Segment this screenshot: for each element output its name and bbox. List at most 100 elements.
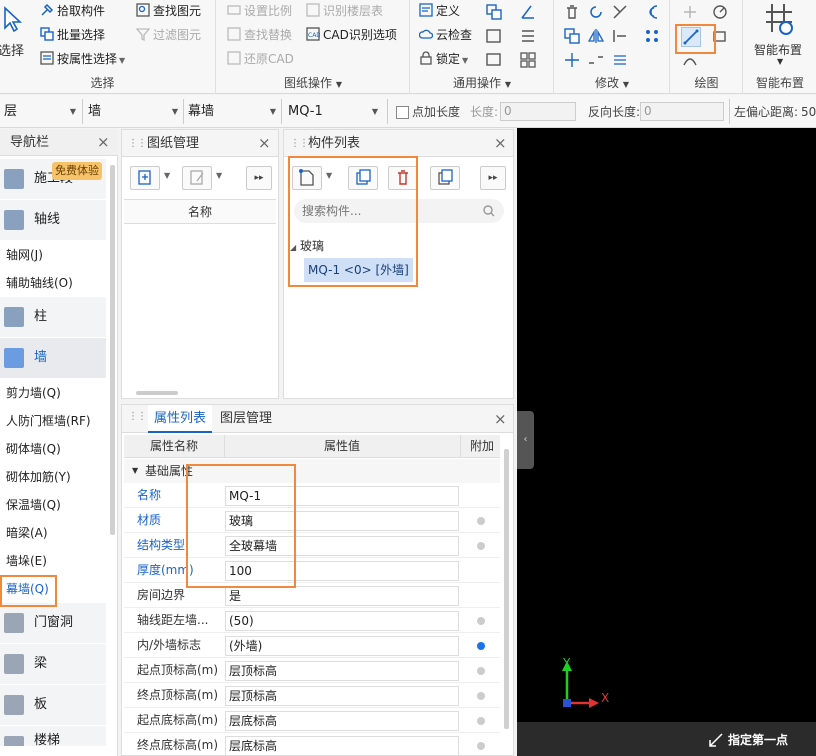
nav-subitem[interactable]: 保温墙(Q) — [0, 491, 106, 519]
circle-icon[interactable] — [711, 3, 729, 21]
free-trial-badge[interactable]: 免费体验 — [52, 162, 102, 180]
extra-checkbox[interactable] — [477, 717, 485, 725]
type-select[interactable]: 墙 ▼ — [84, 101, 182, 123]
set-scale-button[interactable]: 设置比例 — [227, 1, 292, 21]
property-row: 结构类型 全玻幕墙 — [124, 533, 500, 558]
nav-subitem[interactable]: 墙垛(E) — [0, 547, 106, 575]
left-offset-value[interactable]: 50 — [801, 101, 816, 123]
chevron-down-icon[interactable]: ▼ — [164, 171, 170, 180]
drag-handle-icon[interactable]: ⋮⋮ — [128, 411, 147, 422]
close-icon[interactable]: × — [258, 130, 271, 157]
move-icon[interactable] — [563, 51, 581, 69]
nav-subitem[interactable]: 轴网(J) — [0, 241, 106, 269]
nav-subitem[interactable]: 砌体加筋(Y) — [0, 463, 106, 491]
identify-floor-table-button[interactable]: 识别楼层表 — [306, 1, 383, 21]
find-element-button[interactable]: 查找图元 — [136, 1, 201, 21]
break-icon[interactable] — [587, 51, 605, 69]
nav-subitem[interactable]: 辅助轴线(O) — [0, 269, 106, 297]
rotate-icon[interactable] — [587, 3, 605, 21]
length-input[interactable]: 0 — [500, 102, 576, 121]
drag-handle-icon[interactable]: ⋮⋮ — [290, 130, 309, 157]
property-value-input[interactable]: 层底标高 — [225, 711, 459, 731]
smart-layout-button[interactable]: 智能布置 ▼ — [752, 2, 810, 66]
merge-icon[interactable] — [611, 51, 629, 69]
grid-icon[interactable] — [519, 51, 537, 69]
chevron-down-icon[interactable]: ▼ — [216, 171, 222, 180]
nav-category[interactable]: 板 — [0, 685, 106, 725]
extra-checkbox[interactable] — [477, 742, 485, 750]
property-value-input[interactable]: (50) — [225, 611, 459, 631]
pick-component-button[interactable]: 拾取构件 — [40, 1, 105, 21]
define-button[interactable]: 定义 — [419, 1, 460, 21]
drawing-scrollbar[interactable] — [136, 391, 178, 395]
layer-icon[interactable] — [485, 27, 503, 45]
search-icon[interactable] — [482, 204, 496, 218]
nav-category[interactable]: 墙 — [0, 338, 106, 378]
tab-layers[interactable]: 图层管理 — [220, 405, 272, 433]
extra-checkbox[interactable] — [477, 667, 485, 675]
close-icon[interactable]: × — [97, 129, 110, 156]
cloud-check-button[interactable]: 云检查 — [419, 25, 472, 45]
close-icon[interactable]: × — [494, 405, 507, 433]
property-value-input[interactable]: 层底标高 — [225, 736, 459, 756]
edit-drawing-button[interactable] — [182, 166, 212, 190]
copy-from-project-button[interactable] — [430, 166, 460, 190]
extra-checkbox[interactable] — [477, 517, 485, 525]
point-icon[interactable] — [681, 3, 699, 21]
floor-select[interactable]: 层 ▼ — [0, 101, 80, 123]
extend-icon[interactable] — [611, 27, 629, 45]
property-value-input[interactable]: 层顶标高 — [225, 686, 459, 706]
drawing-canvas[interactable]: Y X 指定第一点 — [517, 128, 816, 756]
extra-checkbox[interactable] — [477, 692, 485, 700]
collapse-arrow-icon[interactable]: ▼ — [132, 459, 138, 483]
collapse-panel-button[interactable]: ‹ — [517, 411, 534, 469]
extra-checkbox[interactable] — [477, 617, 485, 625]
angle-icon[interactable] — [519, 3, 537, 21]
select-by-property-button[interactable]: 按属性选择 ▼ — [40, 49, 125, 69]
nav-category[interactable]: 楼梯 — [0, 726, 106, 746]
delete-icon[interactable] — [563, 3, 581, 21]
drag-handle-icon[interactable]: ⋮⋮ — [128, 130, 147, 157]
restore-cad-button[interactable]: 还原CAD — [227, 49, 294, 69]
nav-scrollbar[interactable] — [110, 165, 115, 535]
point-length-checkbox[interactable] — [396, 106, 409, 119]
lock-button[interactable]: 锁定 ▼ — [419, 49, 468, 69]
nav-item-label: 剪力墙(Q) — [6, 386, 61, 400]
tab-properties[interactable]: 属性列表 — [148, 405, 212, 433]
copy-to-floor-icon[interactable] — [485, 3, 503, 21]
property-value-input[interactable]: 层顶标高 — [225, 661, 459, 681]
cad-options-button[interactable]: CAD CAD识别选项 — [306, 25, 397, 45]
batch-select-button[interactable]: 批量选择 — [40, 25, 105, 45]
property-section-header[interactable]: ▼ 基础属性 — [124, 459, 500, 483]
align-icon[interactable] — [643, 27, 661, 45]
property-value-input[interactable]: (外墙) — [225, 636, 459, 656]
add-drawing-button[interactable] — [130, 166, 160, 190]
nav-category[interactable]: 梁 — [0, 644, 106, 684]
mirror-icon[interactable] — [587, 27, 605, 45]
expand-drawing-toolbar-button[interactable]: ▸▸ — [246, 166, 272, 190]
expand-component-toolbar-button[interactable]: ▸▸ — [480, 166, 506, 190]
copy-icon[interactable] — [563, 27, 581, 45]
nav-category[interactable]: 柱 — [0, 297, 106, 337]
nav-subitem[interactable]: 砌体墙(Q) — [0, 435, 106, 463]
nav-subitem[interactable]: 剪力墙(Q) — [0, 379, 106, 407]
display-icon[interactable] — [485, 51, 503, 69]
property-value-input[interactable]: 是 — [225, 586, 459, 606]
close-icon[interactable]: × — [494, 130, 507, 157]
offset-icon[interactable] — [643, 3, 661, 21]
find-replace-button[interactable]: 查找替换 — [227, 25, 292, 45]
nav-subitem[interactable]: 人防门框墙(RF) — [0, 407, 106, 435]
list-icon[interactable] — [519, 27, 537, 45]
property-scrollbar[interactable] — [504, 449, 509, 729]
filter-element-button[interactable]: 过滤图元 — [136, 25, 201, 45]
extra-checkbox[interactable] — [477, 542, 485, 550]
nav-category[interactable]: 轴线 — [0, 200, 106, 240]
trim-icon[interactable] — [611, 3, 629, 21]
component-select[interactable]: MQ-1 ▼ — [284, 101, 382, 123]
nav-subitem[interactable]: 暗梁(A) — [0, 519, 106, 547]
reverse-length-input[interactable]: 0 — [640, 102, 724, 121]
subtype-select[interactable]: 幕墙 ▼ — [184, 101, 280, 123]
extra-checkbox[interactable] — [477, 642, 485, 650]
select-button[interactable]: 选择 — [0, 4, 26, 59]
nav-category[interactable]: 门窗洞 — [0, 603, 106, 643]
